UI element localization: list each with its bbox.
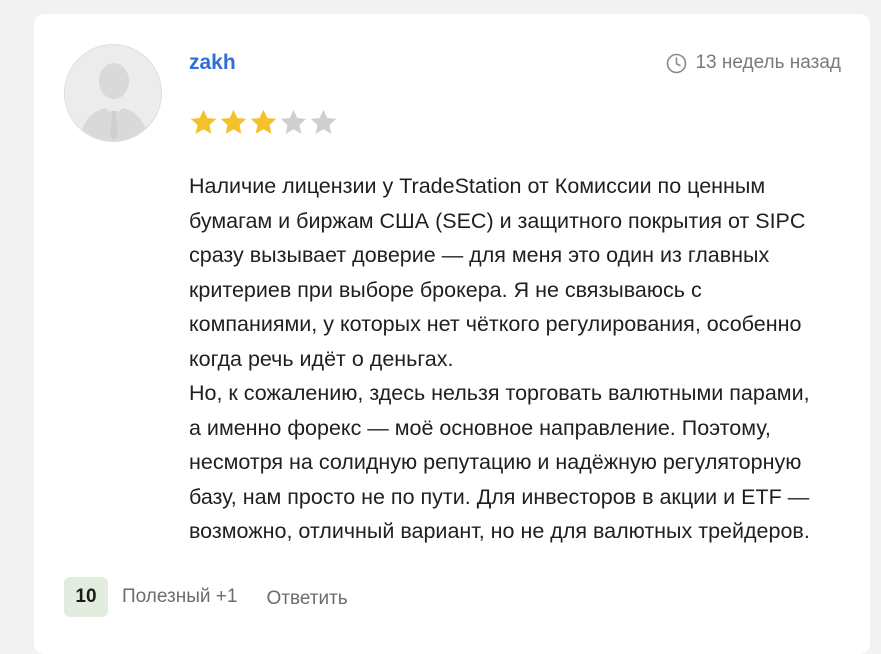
- rating-stars: [189, 108, 338, 137]
- star-filled-icon: [190, 109, 217, 134]
- review-text-line: базу, нам просто не по пути. Для инвесто…: [189, 484, 810, 509]
- star-empty-icon: [310, 109, 337, 134]
- star-filled-icon: [220, 109, 247, 134]
- review-text-line: бумагам и биржам США (SEC) и защитного п…: [189, 208, 806, 233]
- review-text-line: Но, к сожалению, здесь нельзя торговать …: [189, 381, 810, 405]
- author-name[interactable]: zakh: [189, 51, 236, 75]
- review-text: Наличие лицензии у TradeStation от Комис…: [189, 169, 849, 549]
- review-text-line: когда речь идёт о деньгах.: [189, 346, 454, 371]
- user-silhouette-icon: [65, 45, 161, 141]
- review-text-line: Наличие лицензии у TradeStation от Комис…: [189, 174, 766, 198]
- review-card: zakh 13 недель назад Наличие лицензии у …: [34, 14, 870, 654]
- review-text-line: несмотря на солидную репутацию и надёжну…: [189, 450, 802, 474]
- review-text-line: сразу вызывает доверие — для меня это од…: [189, 243, 770, 267]
- useful-button[interactable]: Полезный +1: [122, 586, 237, 608]
- review-text-line: критериев при выборе брокера. Я не связы…: [189, 277, 702, 302]
- vote-count-badge[interactable]: 10: [64, 577, 108, 617]
- star-filled-icon: [250, 109, 277, 134]
- review-footer: 10 Полезный +1 Ответить: [64, 577, 348, 617]
- reply-button[interactable]: Ответить: [266, 588, 347, 610]
- review-timestamp: 13 недель назад: [666, 52, 841, 74]
- review-text-line: возможно, отличный вариант, но не для ва…: [189, 519, 810, 543]
- clock-icon: [667, 53, 687, 73]
- star-empty-icon: [280, 109, 307, 134]
- review-text-line: а именно форекс — моё основное направлен…: [189, 415, 771, 440]
- avatar: [64, 44, 162, 142]
- timestamp-text: 13 недель назад: [695, 52, 841, 73]
- review-text-line: компаниями, у которых нет чёткого регули…: [189, 312, 802, 336]
